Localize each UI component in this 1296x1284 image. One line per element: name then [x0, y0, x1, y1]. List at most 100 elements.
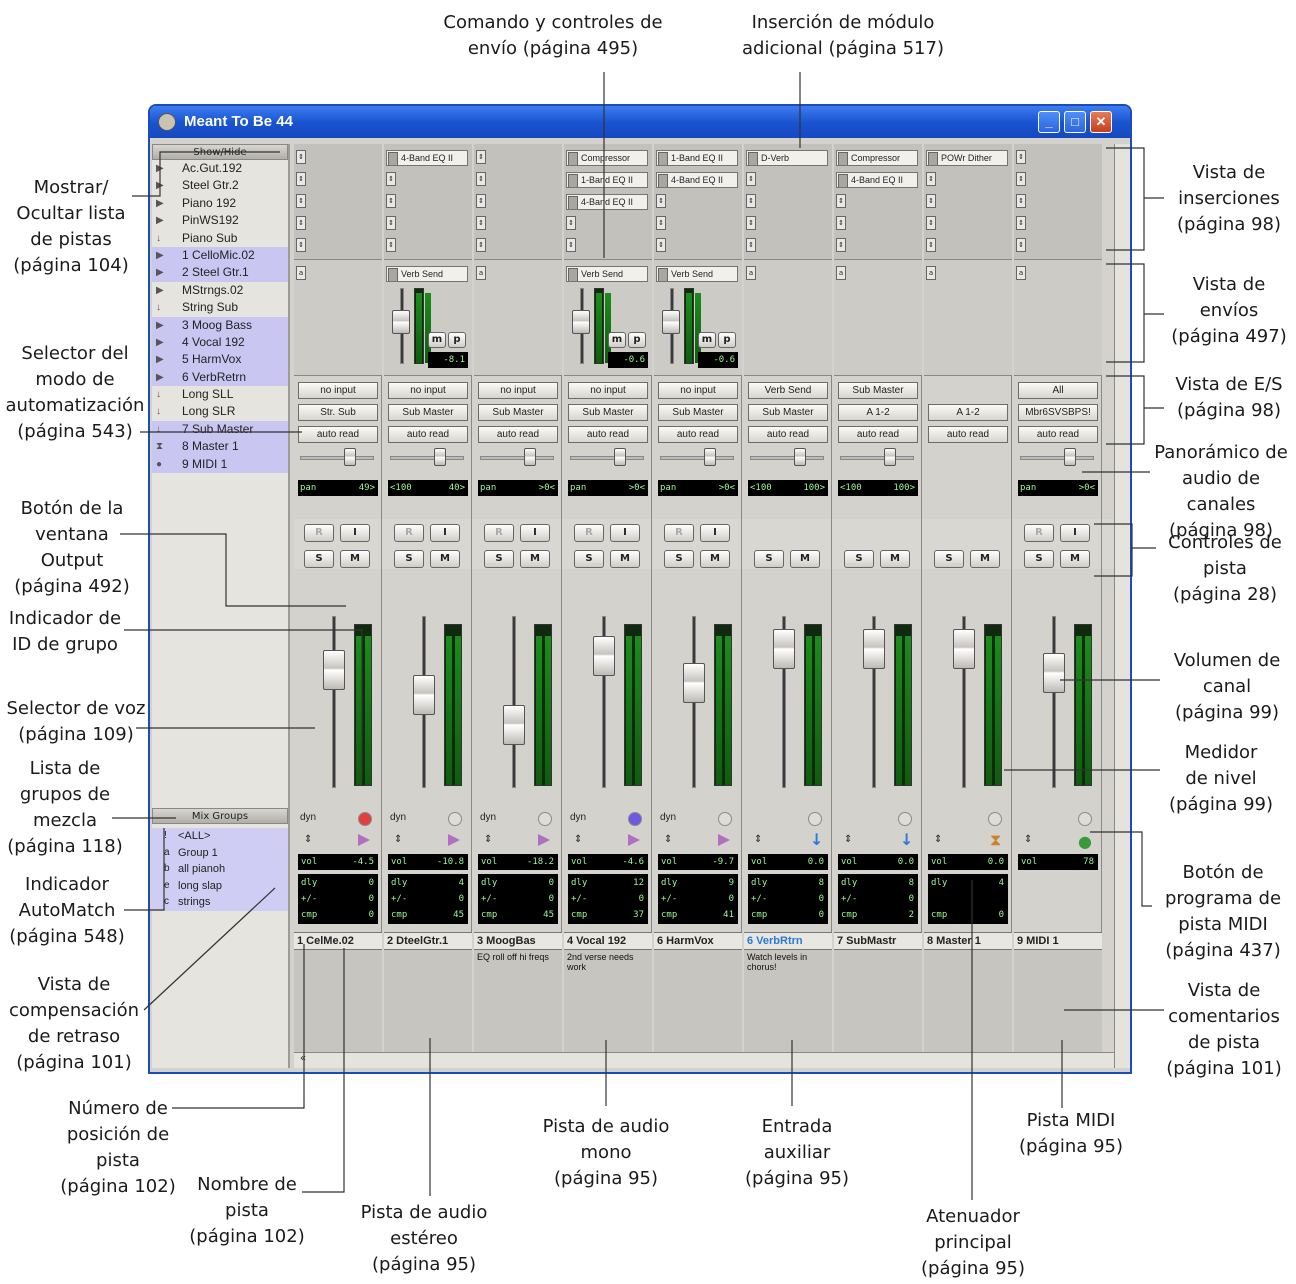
mute-button[interactable]: M [970, 550, 1000, 568]
input-monitor-button[interactable]: I [700, 524, 730, 542]
track-list-item[interactable]: ▶ PinWS192 [152, 212, 288, 229]
insert-slot[interactable]: D-Verb [746, 150, 828, 166]
mute-button[interactable]: M [880, 550, 910, 568]
insert-slot[interactable]: Compressor [566, 150, 648, 166]
volume-fader-cap[interactable] [413, 675, 435, 715]
track-comment[interactable]: EQ roll off hi freqs [474, 950, 562, 1052]
track-comment[interactable]: Watch levels in chorus! [744, 950, 832, 1052]
output-selector[interactable]: Sub Master [658, 404, 738, 421]
automatch-icon[interactable]: ⇕ [664, 834, 672, 845]
insert-slot-empty[interactable]: ⇕ [656, 238, 666, 252]
track-list-item[interactable]: ▶ MStrngs.02 [152, 282, 288, 299]
track-list-item[interactable]: ↓ 7 Sub Master [152, 420, 288, 439]
track-list-item[interactable]: ▶ Ac.Gut.192 [152, 160, 288, 177]
track-name-button[interactable]: 4 Vocal 192 [564, 932, 652, 950]
mute-button[interactable]: M [340, 550, 370, 568]
track-name-button[interactable]: 3 MoogBas [474, 932, 562, 950]
insert-slot-empty[interactable]: ⇕ [386, 194, 396, 208]
voice-selector-icon[interactable] [448, 812, 462, 826]
solo-button[interactable]: S [1024, 550, 1054, 568]
automation-mode-selector[interactable]: auto read [388, 426, 468, 443]
volume-fader-track[interactable] [512, 616, 516, 788]
track-list-item[interactable]: ▶ Piano 192 [152, 195, 288, 212]
insert-slot-empty[interactable]: ⇕ [926, 238, 936, 252]
insert-slot-empty[interactable]: ⇕ [386, 172, 396, 186]
mute-button[interactable]: M [1060, 550, 1090, 568]
insert-slot-empty[interactable]: ⇕ [836, 194, 846, 208]
volume-fader-track[interactable] [1052, 616, 1056, 788]
insert-slot-empty[interactable]: ⇕ [476, 172, 486, 186]
insert-slot-empty[interactable]: ⇕ [746, 172, 756, 186]
automation-mode-selector[interactable]: auto read [928, 426, 1008, 443]
mix-group-item[interactable]: b all pianoh [152, 861, 288, 878]
track-name-button[interactable]: 8 Master 1 [924, 932, 1012, 950]
pan-slider[interactable] [480, 456, 554, 460]
insert-slot-empty[interactable]: ⇕ [1016, 238, 1026, 252]
solo-button[interactable]: S [754, 550, 784, 568]
automatch-icon[interactable]: ⇕ [754, 834, 762, 845]
send-mute-button[interactable]: m [698, 332, 716, 348]
send-mute-button[interactable]: m [608, 332, 626, 348]
track-name-button[interactable]: 6 HarmVox [654, 932, 742, 950]
mute-button[interactable]: M [610, 550, 640, 568]
track-comment[interactable] [924, 950, 1012, 1052]
send-fader-cap[interactable] [572, 310, 590, 334]
pan-knob[interactable] [794, 448, 806, 466]
input-monitor-button[interactable]: I [340, 524, 370, 542]
send-slot-empty[interactable]: a [836, 266, 846, 280]
mute-button[interactable]: M [430, 550, 460, 568]
mix-group-item[interactable]: c strings [152, 894, 288, 911]
show-hide-button[interactable]: Show/Hide [152, 144, 288, 160]
send-slot-empty[interactable]: a [746, 266, 756, 280]
track-list-item[interactable]: ▶ 4 Vocal 192 [152, 333, 288, 352]
pan-knob[interactable] [614, 448, 626, 466]
automatch-icon[interactable]: ⇕ [1024, 834, 1032, 845]
track-list-item[interactable]: ⧗ 8 Master 1 [152, 438, 288, 456]
automatch-icon[interactable]: ⇕ [574, 834, 582, 845]
mute-button[interactable]: M [700, 550, 730, 568]
insert-slot-empty[interactable]: ⇕ [746, 216, 756, 230]
track-list-item[interactable]: ▶ 1 CelloMic.02 [152, 246, 288, 265]
mix-groups-button[interactable]: Mix Groups [152, 808, 288, 824]
automation-mode-selector[interactable]: auto read [748, 426, 828, 443]
pan-knob[interactable] [1064, 448, 1076, 466]
insert-slot[interactable]: 4-Band EQ II [386, 150, 468, 166]
track-name-button[interactable]: 2 DteelGtr.1 [384, 932, 472, 950]
mute-button[interactable]: M [520, 550, 550, 568]
input-selector[interactable]: Sub Master [838, 382, 918, 399]
insert-slot-empty[interactable]: ⇕ [926, 172, 936, 186]
insert-slot-empty[interactable]: ⇕ [476, 150, 486, 164]
track-list-item[interactable]: ● 9 MIDI 1 [152, 455, 288, 474]
mix-group-item[interactable]: a Group 1 [152, 844, 288, 861]
volume-fader-cap[interactable] [863, 629, 885, 669]
volume-fader-cap[interactable] [773, 629, 795, 669]
input-selector[interactable]: no input [478, 382, 558, 399]
insert-slot-empty[interactable]: ⇕ [566, 238, 576, 252]
input-monitor-button[interactable]: I [1060, 524, 1090, 542]
insert-slot-empty[interactable]: ⇕ [1016, 216, 1026, 230]
input-monitor-button[interactable]: I [520, 524, 550, 542]
insert-slot-empty[interactable]: ⇕ [926, 216, 936, 230]
send-slot-empty[interactable]: a [1016, 266, 1026, 280]
voice-selector-icon[interactable] [538, 812, 552, 826]
output-selector[interactable]: Str. Sub [298, 404, 378, 421]
solo-button[interactable]: S [394, 550, 424, 568]
track-list-item[interactable]: ▶ 5 HarmVox [152, 351, 288, 369]
automation-mode-selector[interactable]: auto read [298, 426, 378, 443]
send-fader-cap[interactable] [662, 310, 680, 334]
input-selector[interactable]: no input [568, 382, 648, 399]
send-slot-empty[interactable]: a [926, 266, 936, 280]
pan-knob[interactable] [704, 448, 716, 466]
track-list-item[interactable]: ↓ String Sub [152, 299, 288, 316]
automatch-icon[interactable]: ⇕ [934, 834, 942, 845]
insert-slot[interactable]: 4-Band EQ II [836, 172, 918, 188]
voice-selector-icon[interactable] [988, 812, 1002, 826]
output-selector[interactable]: Mbr6SVSBPS! [1018, 404, 1098, 421]
insert-slot-empty[interactable]: ⇕ [296, 194, 306, 208]
track-name-button[interactable]: 6 VerbRtrn [744, 932, 832, 950]
input-selector[interactable]: no input [388, 382, 468, 399]
track-name-button[interactable]: 7 SubMastr [834, 932, 922, 950]
solo-button[interactable]: S [664, 550, 694, 568]
send-slot[interactable]: Verb Send [386, 266, 468, 282]
insert-slot-empty[interactable]: ⇕ [836, 238, 846, 252]
